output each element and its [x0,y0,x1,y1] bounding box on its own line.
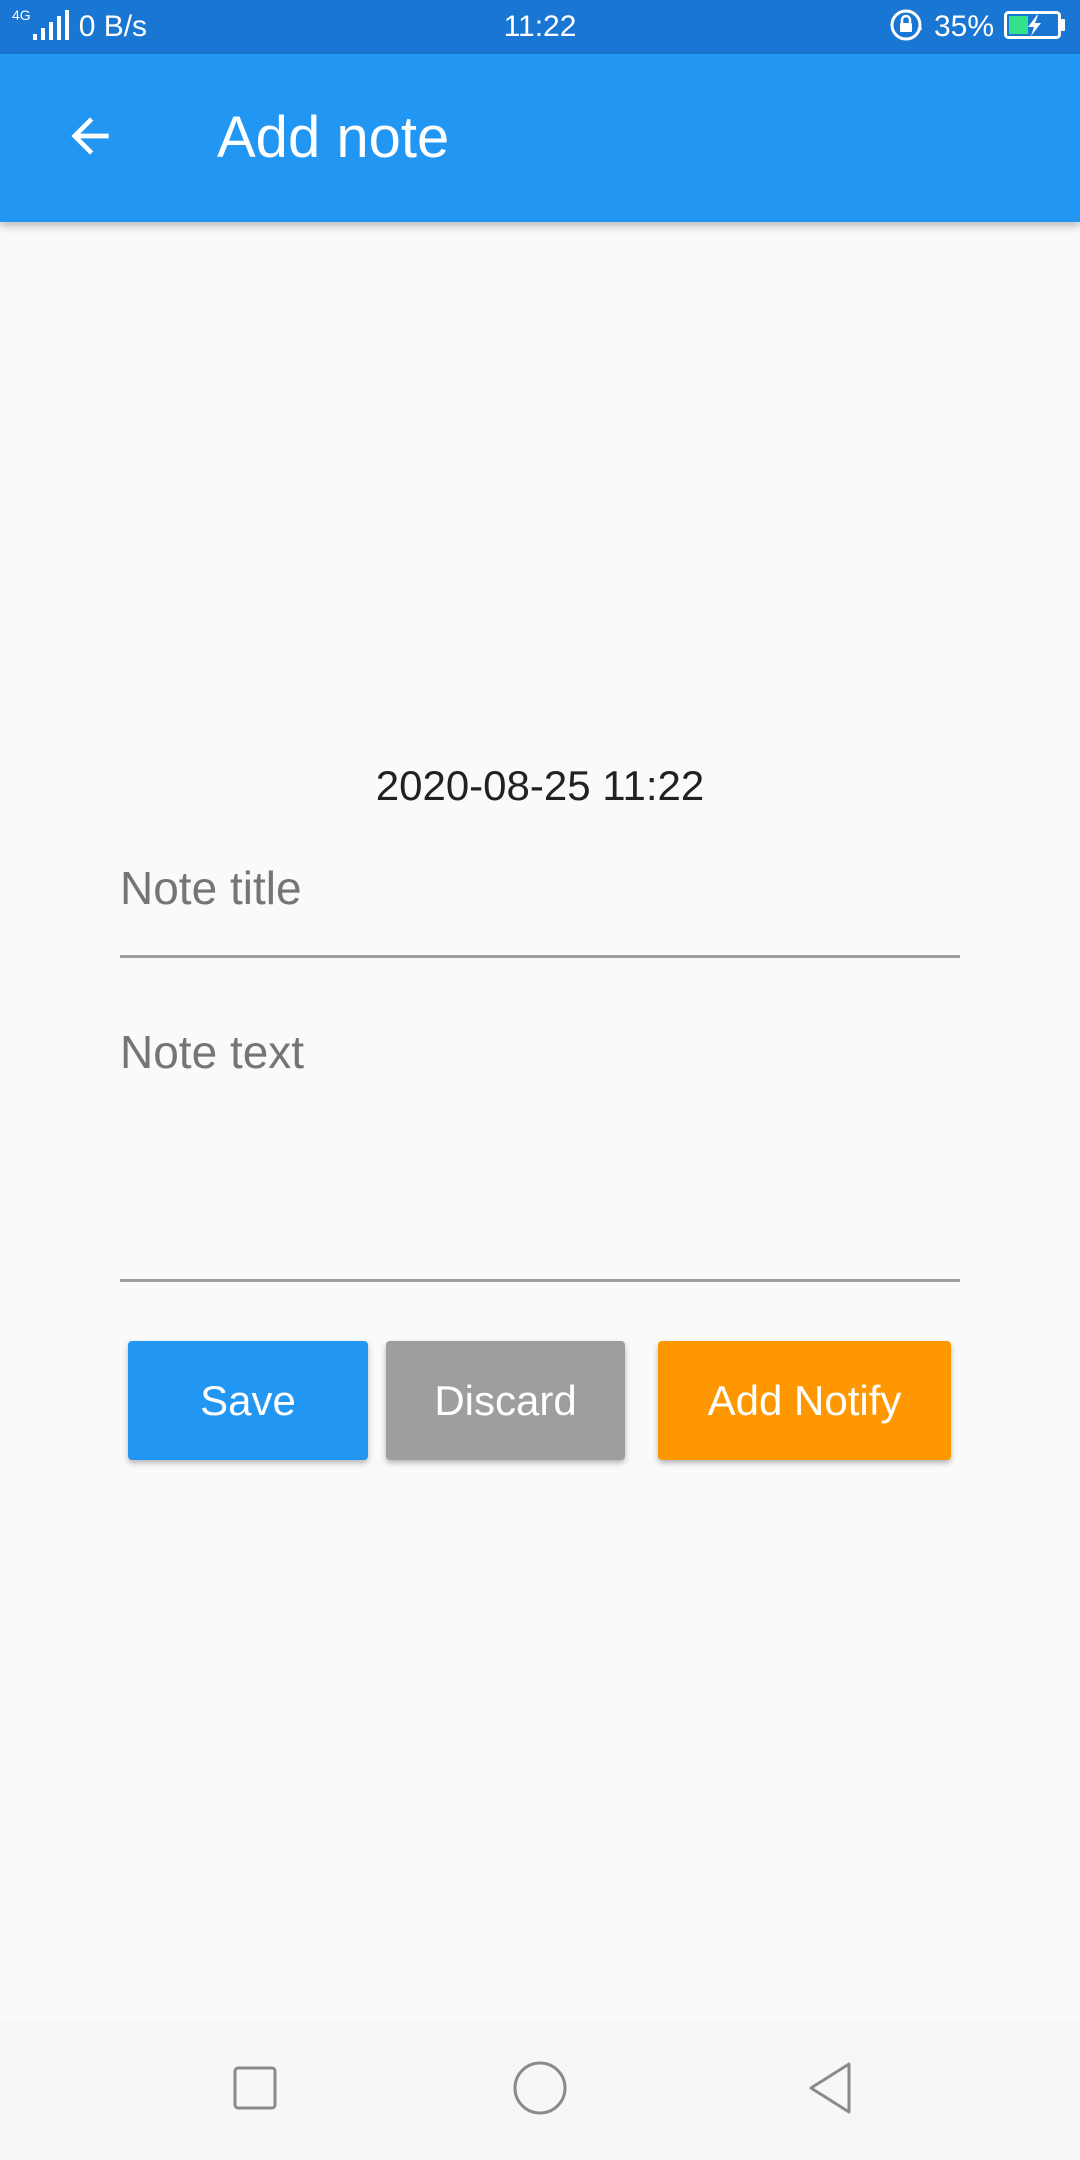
battery-percent: 35% [933,10,994,43]
page-title: Add note [217,105,450,170]
status-bar-right: 35% [888,0,1066,54]
note-text-input[interactable] [120,1012,960,1282]
arrow-left-icon [62,108,118,169]
save-button[interactable]: Save [128,1341,368,1460]
back-button[interactable] [40,88,140,188]
battery-charging-icon [1004,10,1066,44]
nav-back-button[interactable] [790,2050,870,2130]
recent-apps-icon [231,2064,279,2117]
recent-apps-button[interactable] [215,2050,295,2130]
system-nav-bar [0,2020,1080,2160]
home-icon [512,2060,568,2121]
discard-button[interactable]: Discard [386,1341,625,1460]
note-title-input[interactable] [120,850,960,958]
status-bar: 4G 0 B/s 11:22 35% [0,0,1080,54]
note-date: 2020-08-25 11:22 [375,762,705,809]
app-bar: Add note [0,54,1080,222]
rotation-lock-icon [888,7,924,48]
home-button[interactable] [500,2050,580,2130]
add-notify-button[interactable]: Add Notify [658,1341,951,1460]
back-icon [805,2060,855,2121]
